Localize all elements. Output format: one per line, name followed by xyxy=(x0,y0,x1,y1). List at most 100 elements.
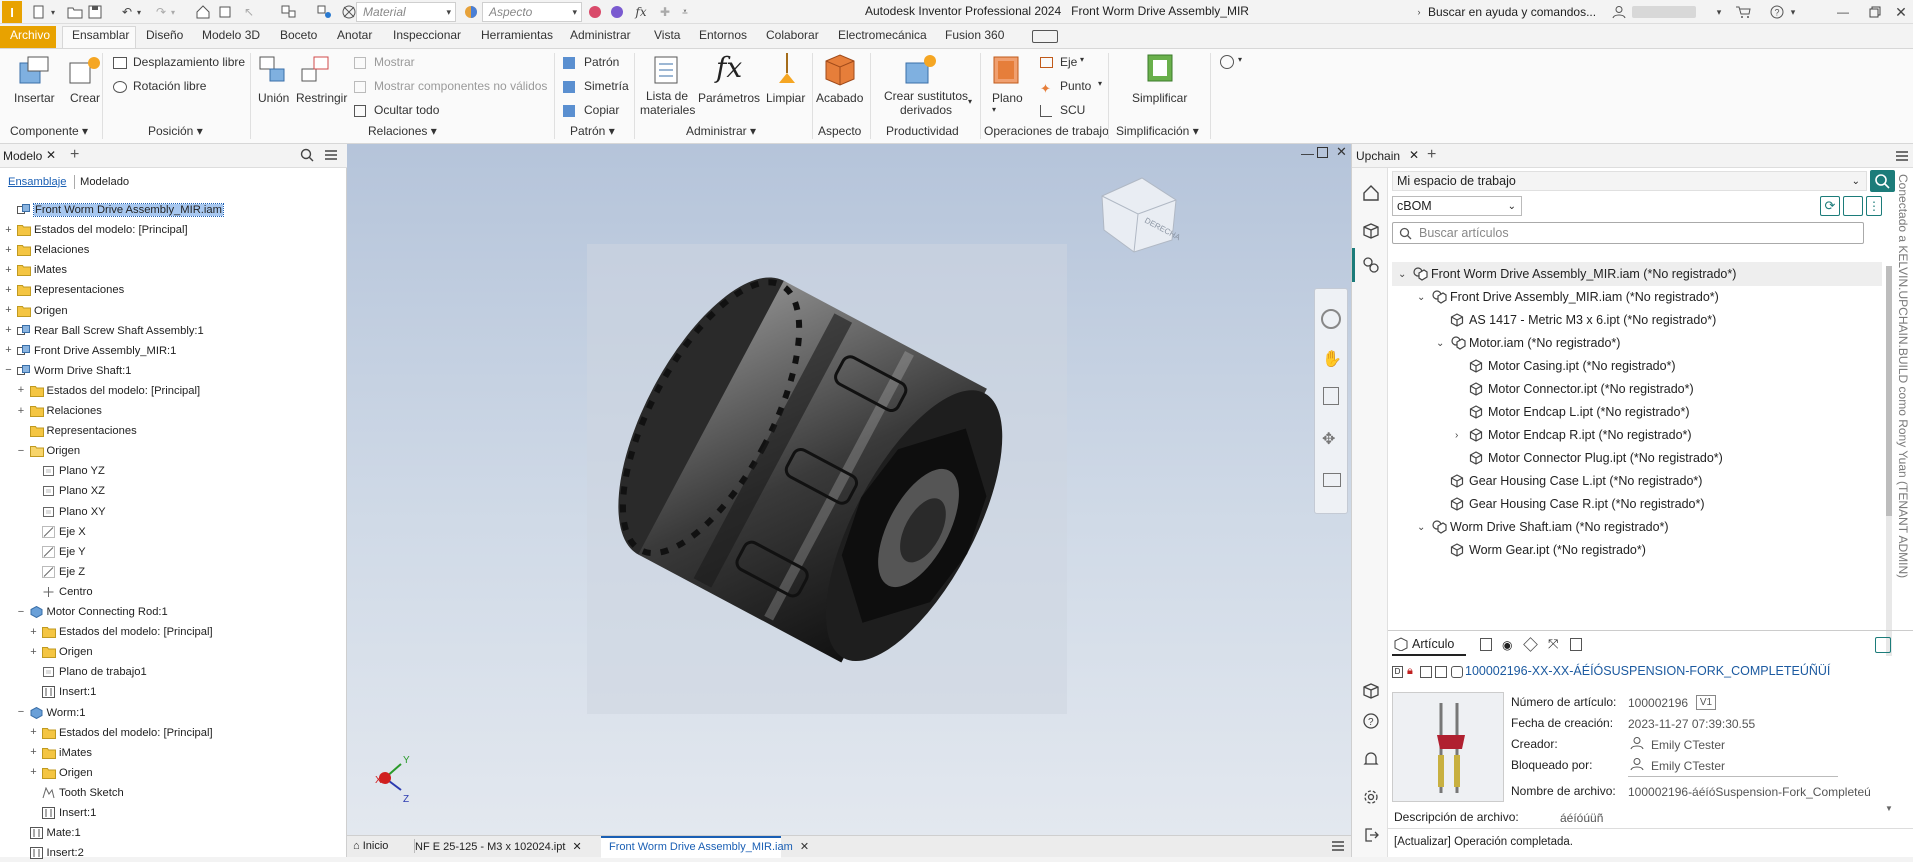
bom-row[interactable]: Gear Housing Case L.ipt (*No registrado*… xyxy=(1392,469,1882,493)
chevron-down-icon[interactable]: ⌄ xyxy=(1398,269,1412,280)
tab-inspeccionar[interactable]: Inspeccionar xyxy=(393,28,461,42)
search-articles-input[interactable]: Buscar artículos xyxy=(1392,222,1864,244)
union-button[interactable]: Unión xyxy=(258,91,289,105)
more-options-icon[interactable]: ⋮ xyxy=(1866,196,1882,216)
group-posicion[interactable]: Posición ▾ xyxy=(148,124,203,138)
expand-icon[interactable]: + xyxy=(4,264,13,275)
tree-node[interactable]: Insert:1 xyxy=(0,804,96,822)
minimize-view-icon[interactable]: — xyxy=(1301,146,1314,161)
collapse-icon[interactable]: − xyxy=(17,606,26,617)
files-icon[interactable] xyxy=(1480,638,1492,651)
bom-row[interactable]: Worm Gear.ipt (*No registrado*) xyxy=(1392,538,1882,562)
tree-node[interactable]: Eje Y xyxy=(0,543,86,561)
tree-node[interactable]: + Representaciones xyxy=(0,281,124,299)
expand-icon[interactable]: + xyxy=(17,405,26,416)
crear-button[interactable]: Crear xyxy=(70,91,100,105)
collapse-icon[interactable]: − xyxy=(17,445,26,456)
close-view-icon[interactable]: ✕ xyxy=(1336,144,1347,160)
tab-herramientas[interactable]: Herramientas xyxy=(481,28,553,42)
pan-hand-icon[interactable]: ✋ xyxy=(1322,349,1342,369)
bom-row[interactable]: ⌄ Front Worm Drive Assembly_MIR.iam (*No … xyxy=(1392,262,1882,286)
lista-materiales-line2[interactable]: materiales xyxy=(640,103,695,117)
bill-of-materials-icon[interactable] xyxy=(652,55,682,85)
new-file-icon[interactable] xyxy=(30,3,48,21)
workspace-select[interactable]: Mi espacio de trabajo ⌄ xyxy=(1392,171,1867,191)
customize-ribbon-icon[interactable] xyxy=(1220,55,1234,69)
tree-node[interactable]: + Estados del modelo: [Principal] xyxy=(0,724,213,742)
chevron-down-icon[interactable]: ▾ xyxy=(992,105,996,114)
panel-toggle-icon[interactable] xyxy=(1032,30,1058,43)
open-external-icon[interactable] xyxy=(1875,637,1891,653)
scrollbar-thumb[interactable] xyxy=(1886,266,1892,516)
steering-wheel-icon[interactable] xyxy=(1321,309,1341,329)
parameters-fx-icon[interactable]: fx xyxy=(716,51,742,84)
close-tab-icon[interactable]: ✕ xyxy=(800,841,809,853)
chevron-down-icon[interactable]: ▾ xyxy=(968,97,972,106)
zoom-icon[interactable] xyxy=(1323,387,1339,405)
tree-node[interactable]: − Worm:1 xyxy=(0,704,85,722)
measure-icon[interactable] xyxy=(280,3,298,21)
insert-component-icon[interactable] xyxy=(16,55,52,87)
user-icon[interactable] xyxy=(1610,3,1628,21)
bell-icon[interactable] xyxy=(1362,750,1380,768)
tree-node[interactable]: + iMates xyxy=(0,744,92,762)
tree-node[interactable]: − Motor Connecting Rod:1 xyxy=(0,603,168,621)
tree-node[interactable]: Plano XY xyxy=(0,503,106,521)
patron-button[interactable]: Patrón xyxy=(584,55,619,69)
plano-button[interactable]: Plano xyxy=(992,91,1023,105)
simplify-icon[interactable] xyxy=(1146,53,1176,85)
expand-icon[interactable]: + xyxy=(4,244,13,255)
maximize-view-icon[interactable] xyxy=(1317,147,1328,158)
article-name[interactable]: 100002196-XX-XX-ÁÉÍÓSUSPENSION-FORK_COMP… xyxy=(1465,664,1830,678)
add-tab-icon[interactable]: + xyxy=(70,146,79,164)
eje-button[interactable]: Eje xyxy=(1060,55,1077,69)
help-search-input[interactable]: Buscar en ayuda y comandos... xyxy=(1428,2,1598,22)
tree-node[interactable]: Tooth Sketch xyxy=(0,784,124,802)
finish-cube-icon[interactable] xyxy=(824,53,856,87)
restore-window-icon[interactable] xyxy=(1866,3,1884,21)
restringir-button[interactable]: Restringir xyxy=(296,91,347,105)
bom-row[interactable]: Motor Connector Plug.ipt (*No registrado… xyxy=(1392,446,1882,470)
home-icon[interactable] xyxy=(1362,184,1380,202)
group-relaciones[interactable]: Relaciones ▾ xyxy=(368,124,437,138)
derived-substitute-icon[interactable] xyxy=(904,53,938,85)
clear-appearance-icon[interactable] xyxy=(586,3,604,21)
bom-row[interactable]: ⌄ Motor.iam (*No registrado*) xyxy=(1392,331,1882,355)
tree-node[interactable]: + Estados del modelo: [Principal] xyxy=(0,382,200,400)
close-tab-icon[interactable]: ✕ xyxy=(46,148,56,162)
app-logo-icon[interactable]: I xyxy=(2,1,22,23)
rotacion-libre-button[interactable]: Rotación libre xyxy=(133,79,206,93)
save-icon[interactable] xyxy=(86,3,104,21)
subtab-ensamblaje[interactable]: Ensamblaje xyxy=(8,176,66,188)
adjust-appearance-icon[interactable] xyxy=(608,3,626,21)
cube-icon[interactable] xyxy=(1362,222,1380,240)
chevron-down-icon[interactable]: ▾ xyxy=(1714,3,1724,21)
joint-icon[interactable] xyxy=(258,55,288,85)
parametros-button[interactable]: Parámetros xyxy=(698,91,760,105)
tab-archivo[interactable]: Archivo xyxy=(10,28,50,42)
plus-icon[interactable]: ✚ xyxy=(656,3,674,21)
expand-icon[interactable]: + xyxy=(4,325,13,336)
group-administrar[interactable]: Administrar ▾ xyxy=(686,124,756,138)
help-icon[interactable]: ? xyxy=(1768,3,1786,21)
chevron-down-icon[interactable]: ▾ xyxy=(1238,55,1242,64)
expand-icon[interactable]: + xyxy=(4,224,13,235)
tree-node[interactable]: + Front Drive Assembly_MIR:1 xyxy=(0,342,176,360)
tree-node[interactable]: Mate:1 xyxy=(0,824,81,842)
scu-button[interactable]: SCU xyxy=(1060,103,1085,117)
tree-node[interactable]: Centro xyxy=(0,583,93,601)
chevron-down-icon[interactable]: ⌄ xyxy=(1436,338,1450,349)
update-icon[interactable] xyxy=(216,3,234,21)
tree-node[interactable]: + iMates xyxy=(0,261,67,279)
tab-modelo-3d[interactable]: Modelo 3D xyxy=(202,28,260,42)
close-window-icon[interactable]: ✕ xyxy=(1892,3,1910,21)
view-select[interactable]: cBOM ⌄ xyxy=(1392,196,1522,216)
tree-node[interactable]: Eje Z xyxy=(0,563,85,581)
logout-icon[interactable] xyxy=(1362,826,1380,844)
tree-node[interactable]: + Estados del modelo: [Principal] xyxy=(0,623,213,641)
copiar-button[interactable]: Copiar xyxy=(584,103,619,117)
add-tab-icon[interactable]: + xyxy=(1427,146,1436,164)
chevron-down-icon[interactable]: ▾ xyxy=(1098,79,1102,88)
tab-upchain[interactable]: Upchain xyxy=(1356,149,1400,163)
create-component-icon[interactable] xyxy=(66,55,102,87)
